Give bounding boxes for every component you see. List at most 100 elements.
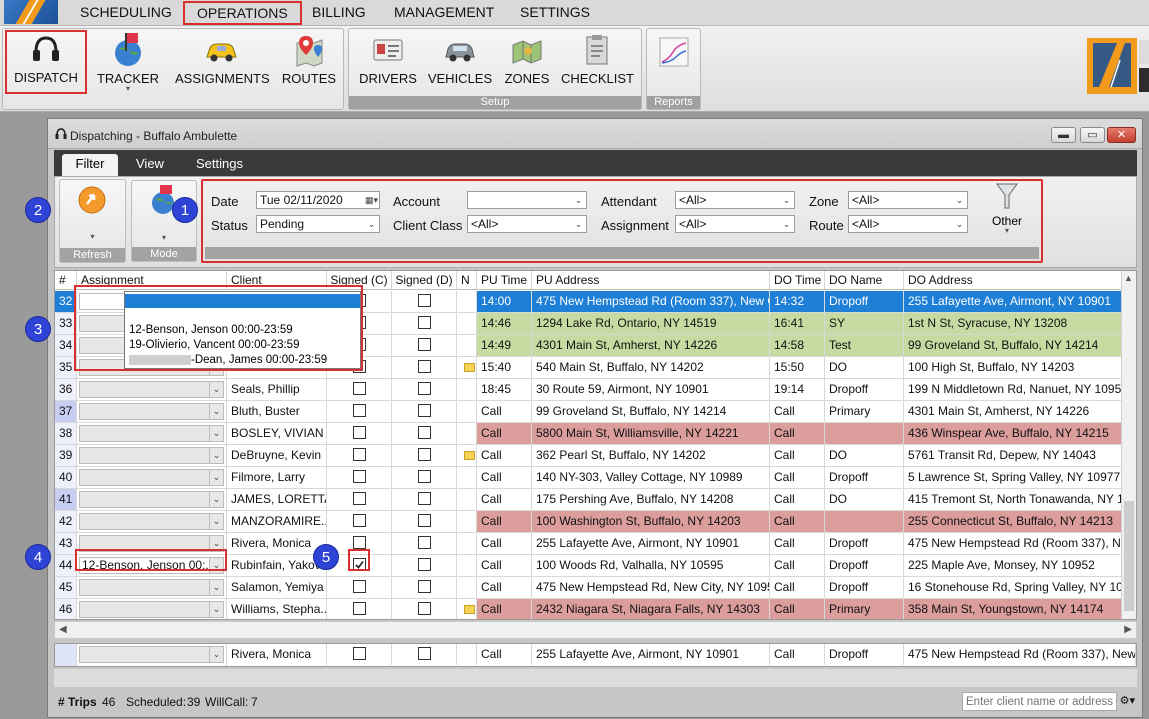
- do-address-cell[interactable]: 1st N St, Syracuse, NY 13208: [904, 313, 1136, 334]
- do-time-cell[interactable]: 14:32: [770, 291, 825, 312]
- pu-time-cell[interactable]: Call: [477, 489, 532, 510]
- signed-d-cell[interactable]: [392, 555, 457, 576]
- pu-address-cell[interactable]: 99 Groveland St, Buffalo, NY 14214: [532, 401, 770, 422]
- checkbox[interactable]: [417, 647, 431, 661]
- pu-address-cell[interactable]: 1294 Lake Rd, Ontario, NY 14519: [532, 313, 770, 334]
- signed-c-cell[interactable]: [327, 511, 392, 532]
- tracker-button[interactable]: TRACKER ▾: [95, 33, 161, 93]
- header-pu-address[interactable]: PU Address: [532, 271, 770, 290]
- close-button[interactable]: ✕: [1107, 127, 1136, 143]
- checkbox[interactable]: [352, 382, 366, 396]
- do-address-cell[interactable]: 100 High St, Buffalo, NY 14203: [904, 357, 1136, 378]
- do-name-cell[interactable]: Dropoff: [825, 291, 904, 312]
- checkbox[interactable]: [417, 558, 431, 572]
- do-time-cell[interactable]: Call: [770, 467, 825, 488]
- assignment-cell[interactable]: ⌄: [77, 423, 227, 444]
- assignment-combo[interactable]: ⌄: [79, 469, 224, 486]
- do-address-cell[interactable]: 475 New Hempstead Rd (Room 337), New Ci: [904, 533, 1136, 554]
- do-address-cell[interactable]: 5 Lawrence St, Spring Valley, NY 10977: [904, 467, 1136, 488]
- scroll-left-icon[interactable]: ◀: [59, 624, 67, 635]
- do-address-cell[interactable]: 225 Maple Ave, Monsey, NY 10952: [904, 555, 1136, 576]
- signed-d-cell[interactable]: [392, 467, 457, 488]
- pu-time-cell[interactable]: Call: [477, 423, 532, 444]
- pu-time-cell[interactable]: Call: [477, 599, 532, 619]
- header-client[interactable]: Client: [227, 271, 327, 290]
- header-note[interactable]: N: [457, 271, 477, 290]
- assignments-button[interactable]: ASSIGNMENTS: [175, 33, 270, 86]
- do-address-cell[interactable]: 199 N Middletown Rd, Nanuet, NY 10954: [904, 379, 1136, 400]
- tab-view[interactable]: View: [124, 154, 176, 176]
- assignment-combo[interactable]: ⌄: [79, 579, 224, 596]
- dropdown-option[interactable]: -Dean, James 00:00-23:59: [129, 354, 327, 366]
- checkbox[interactable]: [417, 360, 431, 374]
- checkbox[interactable]: [417, 338, 431, 352]
- client-cell[interactable]: Bluth, Buster: [227, 401, 327, 422]
- menu-billing[interactable]: BILLING: [300, 3, 378, 24]
- do-time-cell[interactable]: Call: [770, 489, 825, 510]
- assignment-cell[interactable]: ⌄: [77, 401, 227, 422]
- pu-time-cell[interactable]: Call: [477, 577, 532, 598]
- pu-time-cell[interactable]: Call: [477, 533, 532, 554]
- pu-time-cell[interactable]: Call: [477, 401, 532, 422]
- zone-select[interactable]: <All> ⌄: [848, 191, 968, 209]
- do-time-cell[interactable]: Call: [770, 511, 825, 532]
- do-address-cell[interactable]: 99 Groveland St, Buffalo, NY 14214: [904, 335, 1136, 356]
- do-time-cell[interactable]: 14:58: [770, 335, 825, 356]
- table-row[interactable]: 41 ⌄ JAMES, LORETTA Call 175 Pershing Ave, B…: [55, 489, 1136, 511]
- checkbox[interactable]: [352, 536, 366, 550]
- pu-time-cell[interactable]: 14:46: [477, 313, 532, 334]
- do-name-cell[interactable]: Dropoff: [825, 467, 904, 488]
- assignment-combo[interactable]: ⌄: [79, 513, 224, 530]
- maximize-button[interactable]: ▭: [1080, 127, 1105, 143]
- header-number[interactable]: #: [55, 271, 77, 290]
- do-name-cell[interactable]: DO: [825, 445, 904, 466]
- client-cell[interactable]: Williams, Stepha...: [227, 599, 327, 619]
- pu-address-cell[interactable]: 255 Lafayette Ave, Airmont, NY 10901: [532, 533, 770, 554]
- assignment-cell[interactable]: ⌄: [77, 489, 227, 510]
- routes-button[interactable]: ROUTES: [279, 33, 339, 86]
- assignment-cell[interactable]: ⌄: [77, 599, 227, 619]
- checkbox[interactable]: [417, 382, 431, 396]
- note-icon[interactable]: [464, 605, 475, 615]
- pu-time-cell[interactable]: 15:40: [477, 357, 532, 378]
- pu-time-cell[interactable]: Call: [477, 555, 532, 576]
- do-name-cell[interactable]: Dropoff: [825, 379, 904, 400]
- checkbox[interactable]: [352, 558, 366, 572]
- assignment-cell[interactable]: ⌄: [77, 511, 227, 532]
- assignment-combo[interactable]: ⌄: [79, 491, 224, 508]
- do-address-cell[interactable]: 5761 Transit Rd, Depew, NY 14043: [904, 445, 1136, 466]
- do-name-cell[interactable]: SY: [825, 313, 904, 334]
- horizontal-scrollbar[interactable]: ◀ ▶: [54, 621, 1137, 639]
- client-cell[interactable]: Rivera, Monica: [227, 533, 327, 554]
- signed-c-cell[interactable]: [327, 467, 392, 488]
- signed-d-cell[interactable]: [392, 291, 457, 312]
- signed-d-cell[interactable]: [392, 335, 457, 356]
- do-address-cell[interactable]: 415 Tremont St, North Tonawanda, NY 1412…: [904, 489, 1136, 510]
- checkbox[interactable]: [417, 602, 431, 616]
- checkbox[interactable]: [417, 316, 431, 330]
- vertical-scrollbar[interactable]: ▲: [1121, 271, 1136, 619]
- do-address-cell[interactable]: 358 Main St, Youngstown, NY 14174: [904, 599, 1136, 619]
- do-name-cell[interactable]: Dropoff: [825, 555, 904, 576]
- note-icon[interactable]: [464, 363, 475, 373]
- table-row[interactable]: 43 ⌄ Rivera, Monica Call 255 Lafayette Ave, …: [55, 533, 1136, 555]
- do-time-cell[interactable]: 15:50: [770, 357, 825, 378]
- do-name-cell[interactable]: [825, 423, 904, 444]
- client-cell[interactable]: Rivera, Monica: [227, 644, 327, 665]
- header-do-name[interactable]: DO Name: [825, 271, 904, 290]
- pu-time-cell[interactable]: 14:00: [477, 291, 532, 312]
- scroll-up-icon[interactable]: ▲: [1124, 273, 1133, 283]
- client-cell[interactable]: Rubinfain, Yakov: [227, 555, 327, 576]
- checkbox[interactable]: [352, 492, 366, 506]
- date-picker[interactable]: Tue 02/11/2020 ▦▾: [256, 191, 380, 209]
- assignment-cell[interactable]: ⌄: [77, 445, 227, 466]
- do-address-cell[interactable]: 475 New Hempstead Rd (Room 337), New Ci: [904, 644, 1136, 665]
- signed-d-cell[interactable]: [392, 644, 457, 665]
- pu-address-cell[interactable]: 140 NY-303, Valley Cottage, NY 10989: [532, 467, 770, 488]
- assignment-cell[interactable]: ⌄: [77, 379, 227, 400]
- signed-d-cell[interactable]: [392, 357, 457, 378]
- assignment-combo[interactable]: ⌄: [79, 535, 224, 552]
- checkbox[interactable]: [417, 426, 431, 440]
- other-button[interactable]: Other ▾: [987, 181, 1027, 247]
- assignment-cell[interactable]: ⌄: [77, 577, 227, 598]
